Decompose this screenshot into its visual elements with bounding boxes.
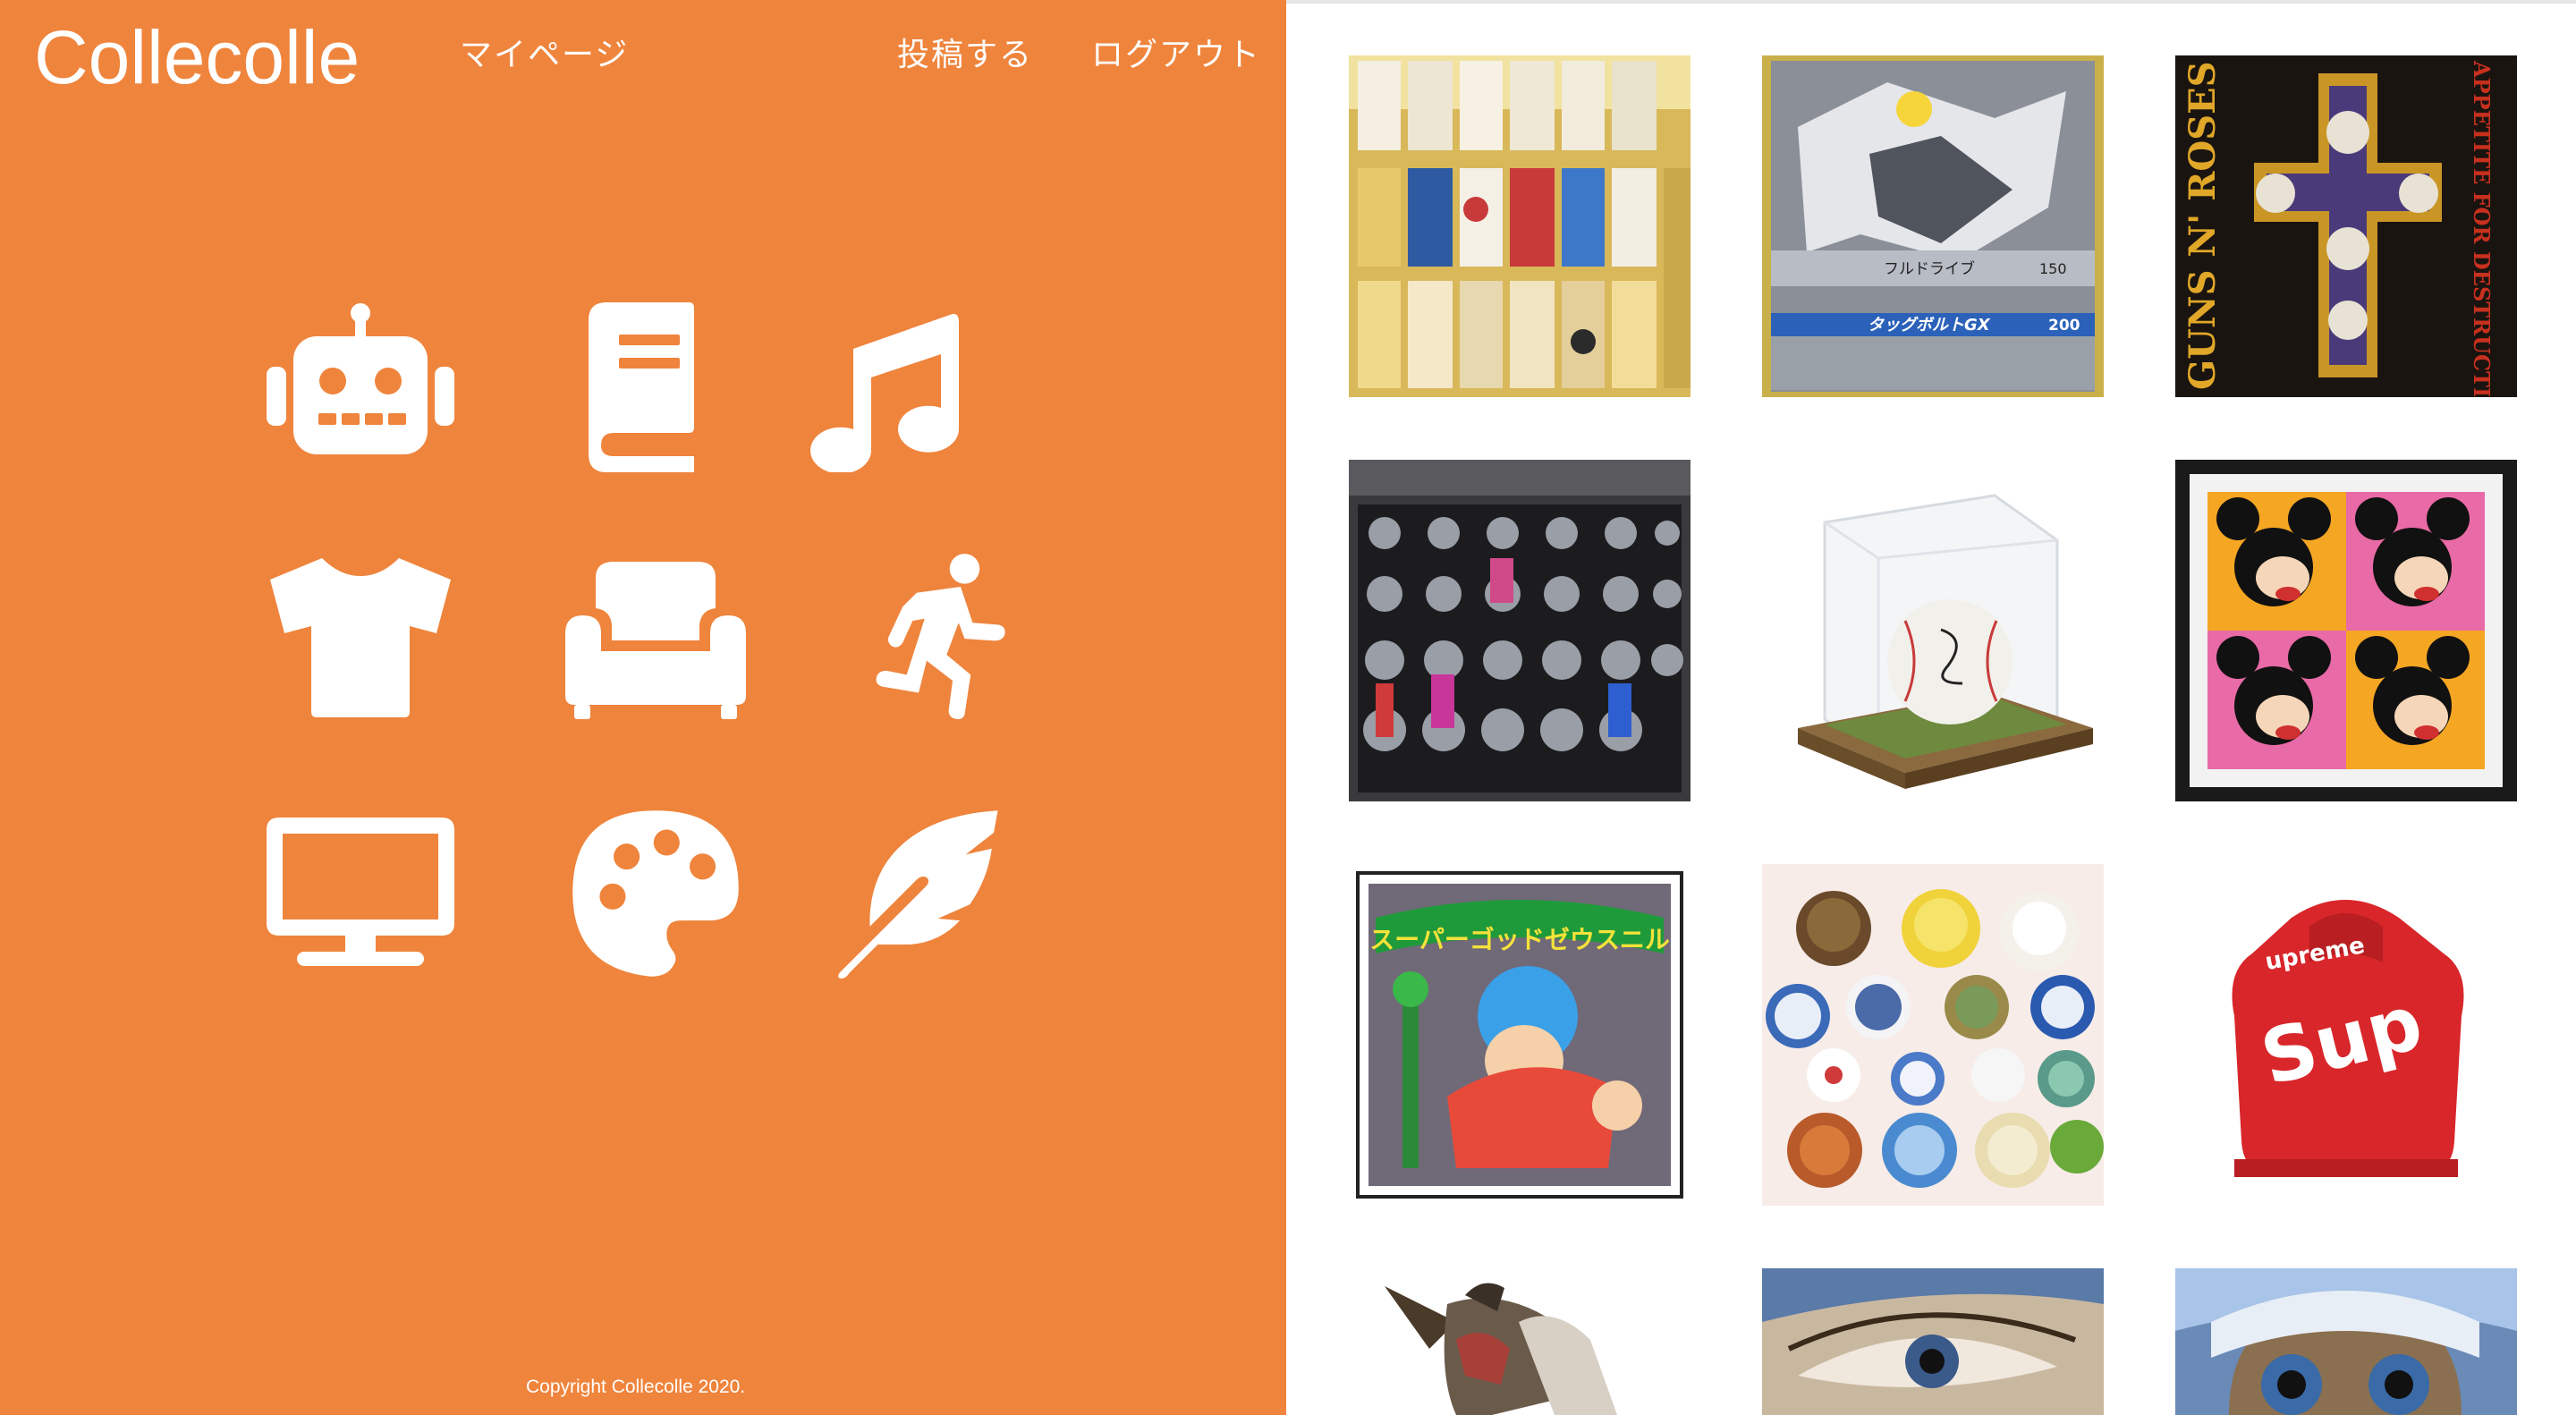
post-thumbnail-pokemon-card[interactable]: フルドライブ 150 タッグボルトGX 200	[1762, 55, 2104, 397]
post-thumbnail-mickey-pop-art[interactable]	[2175, 460, 2517, 801]
card-gx-move-name: タッグボルトGX	[1868, 316, 1991, 335]
book-icon[interactable]	[562, 302, 750, 472]
music-note-icon[interactable]	[800, 302, 987, 472]
post-thumbnail-warrior-figure[interactable]	[1349, 1268, 1690, 1415]
sidebar-panel: Collecolle マイページ 投稿する ログアウト Copyright Co…	[0, 0, 1286, 1415]
post-thumbnail-ceramic-plates[interactable]	[1762, 864, 2104, 1206]
palette-icon[interactable]	[562, 809, 750, 979]
nav-logout-link[interactable]: ログアウト	[1091, 36, 1261, 75]
copyright-text: Copyright Collecolle 2020.	[526, 1377, 746, 1397]
running-person-icon[interactable]	[850, 553, 1038, 723]
post-thumbnail-et-figure[interactable]	[2175, 1268, 2517, 1415]
page: Collecolle マイページ 投稿する ログアウト Copyright Co…	[0, 0, 2576, 1415]
post-thumbnail-red-hoodie[interactable]: upreme Sup	[2175, 864, 2517, 1206]
post-thumbnail-watch-collection[interactable]	[1349, 460, 1690, 801]
nav-post-link[interactable]: 投稿する	[897, 36, 1033, 75]
card-ability-name: フルドライブ	[1884, 259, 1975, 278]
robot-icon[interactable]	[267, 302, 454, 472]
post-thumbnail-signed-baseball[interactable]	[1762, 460, 2104, 801]
site-logo[interactable]: Collecolle	[34, 13, 360, 102]
card-hp: 150	[2039, 260, 2067, 277]
album-band-name: GUNS N' ROSES	[2182, 62, 2224, 391]
sticker-title: スーパーゴッドゼウスニル	[1369, 925, 1670, 954]
post-thumbnail-bikkuriman-sticker[interactable]: スーパーゴッドゼウスニル	[1349, 864, 1690, 1206]
tshirt-icon[interactable]	[267, 553, 454, 723]
post-thumbnail-sake-cups[interactable]	[1349, 55, 1690, 397]
nav-mypage-link[interactable]: マイページ	[460, 36, 629, 75]
monitor-icon[interactable]	[267, 809, 454, 979]
post-thumbnail-illustration-eye[interactable]	[1762, 1268, 2104, 1415]
couch-icon[interactable]	[562, 553, 750, 723]
feather-icon[interactable]	[823, 809, 1011, 979]
post-thumbnail-album-cover[interactable]: GUNS N' ROSES APPETITE FOR DESTRUCTION	[2175, 55, 2517, 397]
card-gx-damage: 200	[2048, 317, 2080, 335]
album-title: APPETITE FOR DESTRUCTION	[2469, 60, 2495, 397]
